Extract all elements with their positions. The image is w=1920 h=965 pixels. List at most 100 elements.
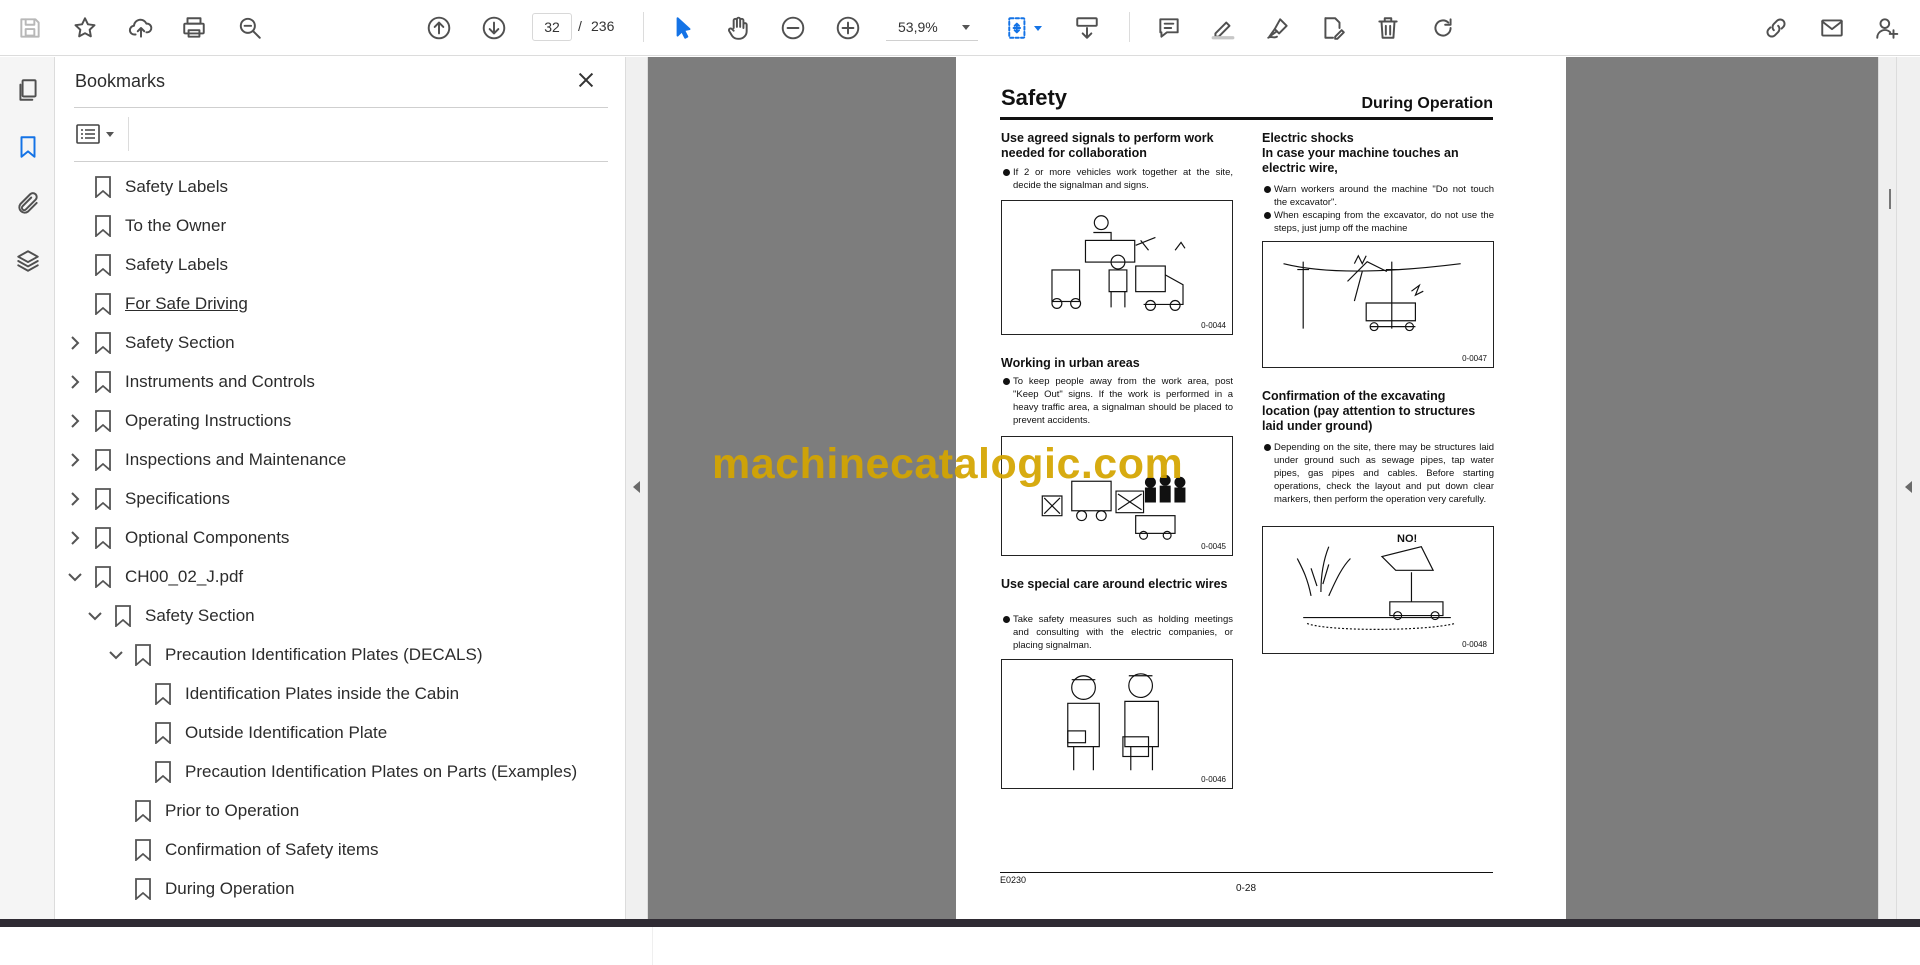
section-heading: Use agreed signals to perform work neede…	[1001, 131, 1214, 160]
draw-freehand-icon[interactable]	[1261, 11, 1295, 45]
chevron-down-icon[interactable]	[85, 606, 105, 626]
print-icon[interactable]	[177, 11, 211, 45]
bookmark-panel-icon[interactable]	[12, 131, 44, 163]
attachment-paperclip-icon[interactable]	[12, 188, 44, 220]
chevron-right-icon[interactable]	[65, 372, 85, 392]
select-cursor-icon[interactable]	[666, 11, 700, 45]
save-icon[interactable]	[13, 11, 47, 45]
hand-tool-icon[interactable]	[721, 11, 755, 45]
bookmarks-panel: Bookmarks Safety Labels To the Owner Saf…	[56, 57, 660, 965]
workers-meeting-illustration-icon	[1067, 673, 1159, 771]
next-page-icon[interactable]	[477, 11, 511, 45]
edit-pdf-icon[interactable]	[1316, 11, 1350, 45]
divider	[128, 117, 129, 151]
star-icon[interactable]	[68, 11, 102, 45]
figure-code: 0-0045	[1201, 542, 1226, 551]
bookmark-icon	[94, 331, 112, 355]
burst-pipe-illustration-icon	[1296, 545, 1455, 630]
total-pages: 236	[591, 18, 615, 34]
upload-cloud-icon[interactable]	[124, 11, 158, 45]
section-text: Depending on the site, there may be stru…	[1262, 441, 1494, 506]
page-separator: /	[578, 18, 582, 34]
main-toolbar: 32 / 236 53,9%	[0, 0, 1920, 56]
bookmark-icon	[94, 253, 112, 277]
chevron-right-icon[interactable]	[65, 450, 85, 470]
share-link-icon[interactable]	[1759, 11, 1793, 45]
bookmark-label: Prior to Operation	[165, 800, 300, 820]
document-scrollbar[interactable]	[1878, 57, 1896, 919]
illustration-electric-wire: 0-0047	[1262, 241, 1494, 368]
title-rule	[1000, 117, 1493, 120]
bookmark-label: Precaution Identification Plates (DECALS…	[165, 644, 483, 664]
bookmark-tree: Safety Labels To the Owner Safety Labels…	[56, 167, 601, 907]
zoom-out-icon[interactable]	[776, 11, 810, 45]
redo-rotate-icon[interactable]	[1426, 11, 1460, 45]
search-zoom-icon[interactable]	[233, 11, 267, 45]
collapse-panel-handle[interactable]	[626, 57, 648, 919]
bookmark-label: Confirmation of Safety items	[165, 839, 379, 859]
left-tool-rail	[0, 57, 55, 919]
chevron-down-icon[interactable]	[106, 645, 126, 665]
previous-page-icon[interactable]	[422, 11, 456, 45]
layers-icon[interactable]	[12, 245, 44, 277]
expand-left-icon	[1905, 481, 1912, 493]
bookmark-icon	[94, 526, 112, 550]
bookmark-icon	[94, 370, 112, 394]
section-text: Warn workers around the machine "Do not …	[1262, 183, 1494, 209]
section-text: To keep people away from the work area, …	[1001, 375, 1233, 427]
page-thumbnails-icon[interactable]	[12, 74, 44, 106]
divider	[74, 107, 608, 108]
bookmark-icon	[94, 448, 112, 472]
add-user-icon[interactable]	[1870, 11, 1904, 45]
footer-rule	[1000, 872, 1493, 873]
bookmark-icon	[134, 877, 152, 901]
chevron-right-icon[interactable]	[65, 411, 85, 431]
zoom-in-icon[interactable]	[831, 11, 865, 45]
bookmark-icon	[94, 409, 112, 433]
chevron-down-icon	[106, 131, 114, 137]
figure-code: 0-0044	[1201, 321, 1226, 330]
bookmark-icon	[94, 214, 112, 238]
bookmark-label: Precaution Identification Plates on Part…	[185, 761, 578, 781]
section-heading: Electric shocks In case your machine tou…	[1262, 131, 1459, 175]
bookmark-icon	[134, 643, 152, 667]
chevron-down-icon[interactable]	[65, 567, 85, 587]
scroll-mode-icon[interactable]	[1070, 11, 1104, 45]
list-options-icon	[76, 124, 100, 144]
bookmark-icon	[94, 565, 112, 589]
section-heading: Working in urban areas	[1001, 356, 1140, 370]
illustration-meeting-workers: 0-0046	[1001, 659, 1233, 789]
bookmark-label: To the Owner	[125, 215, 227, 235]
bookmark-options-button[interactable]	[76, 119, 122, 149]
zoom-level-select[interactable]: 53,9%	[886, 13, 978, 41]
collapse-left-icon	[633, 481, 640, 493]
chevron-right-icon[interactable]	[65, 333, 85, 353]
scrollbar-thumb[interactable]	[1889, 189, 1891, 209]
toolbar-divider	[643, 12, 644, 42]
toolbar-divider	[1129, 12, 1130, 42]
delete-trash-icon[interactable]	[1371, 11, 1405, 45]
page-subtitle: During Operation	[1361, 95, 1493, 112]
section-text: If 2 or more vehicles work together at t…	[1001, 166, 1233, 192]
watermark-text: machinecatalogic.com	[712, 440, 1184, 488]
chevron-right-icon[interactable]	[65, 489, 85, 509]
footer-page-number: 0-28	[1236, 883, 1257, 894]
figure-code: 0-0047	[1462, 354, 1487, 363]
email-icon[interactable]	[1815, 11, 1849, 45]
current-page-input[interactable]: 32	[532, 13, 572, 41]
right-panel-toggle[interactable]	[1896, 57, 1920, 919]
bookmark-label: Optional Components	[125, 527, 290, 547]
highlight-pen-icon[interactable]	[1206, 11, 1240, 45]
bookmark-icon	[134, 838, 152, 862]
taskbar-strip	[0, 919, 1920, 927]
zoom-level-value: 53,9%	[898, 19, 938, 35]
comment-icon[interactable]	[1152, 11, 1186, 45]
figure-code: 0-0048	[1462, 640, 1487, 649]
figure-caption-text: NO!	[1397, 533, 1418, 545]
fit-page-icon[interactable]	[1000, 11, 1048, 45]
bookmark-label: CH00_02_J.pdf	[125, 566, 244, 586]
close-icon[interactable]	[575, 69, 601, 95]
bookmark-label: During Operation	[165, 878, 295, 898]
chevron-right-icon[interactable]	[65, 528, 85, 548]
bookmark-label: Safety Section	[125, 332, 235, 352]
